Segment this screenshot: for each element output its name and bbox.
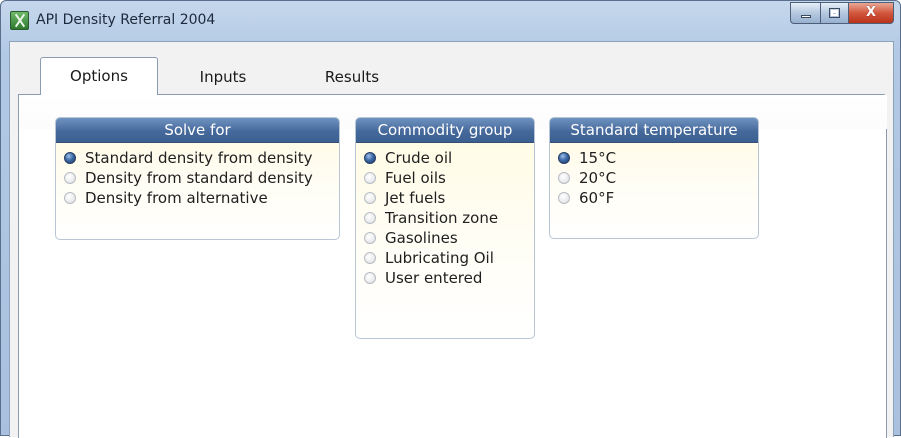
radio-unchecked-icon xyxy=(558,192,570,204)
standard-temperature-group: Standard temperature 15°C 20°C 60°F xyxy=(549,117,759,239)
commodity-group-options: Crude oil Fuel oils Jet fuels Transition… xyxy=(356,143,534,288)
option-label: 20°C xyxy=(579,169,617,187)
app-window: API Density Referral 2004 X Options Inpu… xyxy=(0,0,901,438)
radio-unchecked-icon xyxy=(64,172,76,184)
radio-jet-fuels[interactable]: Jet fuels xyxy=(364,188,534,208)
solve-for-group: Solve for Standard density from density … xyxy=(55,117,340,240)
title-bar[interactable]: API Density Referral 2004 X xyxy=(1,1,900,41)
tab-inputs[interactable]: Inputs xyxy=(193,60,253,92)
radio-unchecked-icon xyxy=(364,272,376,284)
option-label: 60°F xyxy=(579,189,615,207)
solve-for-header: Solve for xyxy=(56,118,339,143)
radio-20c[interactable]: 20°C xyxy=(558,168,758,188)
radio-fuel-oils[interactable]: Fuel oils xyxy=(364,168,534,188)
option-label: 15°C xyxy=(579,149,617,167)
option-label: Fuel oils xyxy=(385,169,446,187)
radio-unchecked-icon xyxy=(364,192,376,204)
radio-lubricating-oil[interactable]: Lubricating Oil xyxy=(364,248,534,268)
standard-temperature-header: Standard temperature xyxy=(550,118,758,143)
option-label: Jet fuels xyxy=(385,189,446,207)
minimize-button[interactable] xyxy=(790,2,820,24)
option-label: User entered xyxy=(385,269,483,287)
maximize-icon xyxy=(829,8,840,18)
option-label: Transition zone xyxy=(385,209,499,227)
option-label: Crude oil xyxy=(385,149,453,167)
close-icon: X xyxy=(865,5,877,20)
radio-unchecked-icon xyxy=(364,212,376,224)
client-area: Options Inputs Results Solve for Standar… xyxy=(9,41,894,438)
radio-unchecked-icon xyxy=(64,192,76,204)
options-panel: Solve for Standard density from density … xyxy=(18,94,887,438)
radio-density-from-alternative[interactable]: Density from alternative xyxy=(64,188,339,208)
maximize-button[interactable] xyxy=(820,2,848,24)
tab-strip: Options Inputs Results xyxy=(10,42,893,95)
radio-crude-oil[interactable]: Crude oil xyxy=(364,148,534,168)
radio-unchecked-icon xyxy=(364,172,376,184)
solve-for-options: Standard density from density Density fr… xyxy=(56,143,339,208)
option-label: Gasolines xyxy=(385,229,458,247)
tab-options[interactable]: Options xyxy=(40,57,158,95)
radio-density-from-standard-density[interactable]: Density from standard density xyxy=(64,168,339,188)
radio-60f[interactable]: 60°F xyxy=(558,188,758,208)
radio-unchecked-icon xyxy=(364,252,376,264)
radio-15c[interactable]: 15°C xyxy=(558,148,758,168)
standard-temperature-options: 15°C 20°C 60°F xyxy=(550,143,758,208)
window-controls: X xyxy=(790,2,894,24)
commodity-group-header: Commodity group xyxy=(356,118,534,143)
radio-user-entered[interactable]: User entered xyxy=(364,268,534,288)
radio-unchecked-icon xyxy=(364,232,376,244)
close-button[interactable]: X xyxy=(848,2,894,24)
commodity-group-box: Commodity group Crude oil Fuel oils Jet … xyxy=(355,117,535,339)
option-label: Density from standard density xyxy=(85,169,313,187)
tab-results[interactable]: Results xyxy=(312,60,392,92)
radio-checked-icon xyxy=(558,152,570,164)
radio-transition-zone[interactable]: Transition zone xyxy=(364,208,534,228)
option-label: Standard density from density xyxy=(85,149,313,167)
option-label: Lubricating Oil xyxy=(385,249,494,267)
excel-x-icon[interactable] xyxy=(10,11,29,30)
radio-checked-icon xyxy=(64,152,76,164)
option-label: Density from alternative xyxy=(85,189,268,207)
radio-gasolines[interactable]: Gasolines xyxy=(364,228,534,248)
radio-unchecked-icon xyxy=(558,172,570,184)
minimize-icon xyxy=(801,15,811,18)
window-title: API Density Referral 2004 xyxy=(36,12,216,28)
radio-standard-density-from-density[interactable]: Standard density from density xyxy=(64,148,339,168)
radio-checked-icon xyxy=(364,152,376,164)
